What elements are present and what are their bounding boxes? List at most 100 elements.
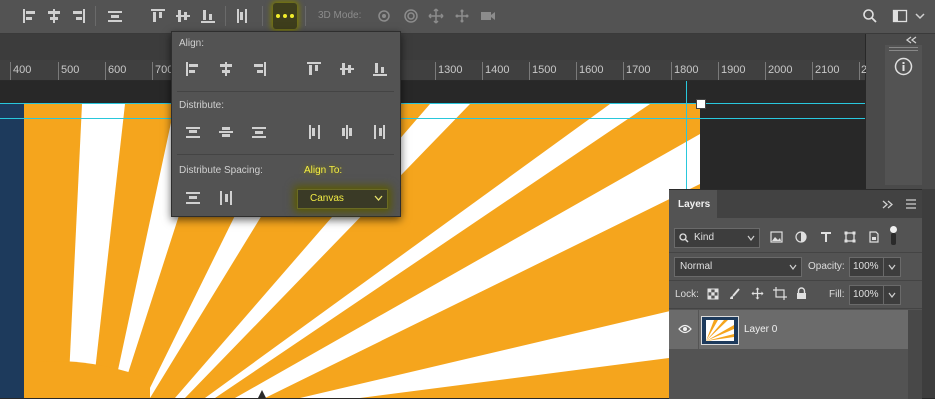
align-section-label: Align: (179, 38, 205, 49)
align-vertical-centers-icon[interactable] (175, 8, 191, 24)
distribute-horizontal-centers-icon[interactable] (339, 124, 355, 140)
ruler-label: 1800 (674, 64, 699, 76)
horizontal-ruler: 400 500 600 700 1300 1400 1500 1600 1700… (0, 60, 867, 81)
layer-filter-value: Kind (694, 232, 715, 243)
search-icon (679, 233, 689, 243)
distribute-spacing-label: Distribute Spacing: (179, 165, 263, 176)
align-right-edges-icon[interactable] (251, 61, 267, 77)
transform-handle[interactable] (696, 99, 706, 109)
distribute-vertical-spacing-icon[interactable] (185, 190, 201, 206)
align-horizontal-centers-icon[interactable] (46, 8, 62, 24)
distribute-left-edges-icon[interactable] (306, 124, 322, 140)
info-icon[interactable] (894, 57, 913, 76)
align-top-edges-icon[interactable] (150, 8, 166, 24)
chevron-down-icon (789, 264, 797, 270)
more-options-button[interactable] (273, 3, 297, 29)
opacity-dropdown-button[interactable] (883, 257, 901, 277)
align-distribute-popup: Align: Distribute: Distribute Spacing: A… (171, 31, 401, 217)
tab-layers-label: Layers (678, 199, 711, 210)
align-to-value: Canvas (310, 193, 344, 204)
panel-grip[interactable] (889, 47, 918, 51)
panel-divider (669, 280, 922, 281)
lock-all-icon[interactable] (796, 287, 807, 300)
layer-row-divider (698, 310, 699, 349)
visibility-eye-icon[interactable] (678, 324, 692, 334)
3d-mode-label: 3D Mode: (318, 10, 362, 21)
align-bottom-edges-icon[interactable] (200, 8, 216, 24)
align-left-edges-icon[interactable] (22, 8, 38, 24)
toolbar-separator (95, 6, 96, 26)
filter-toggle[interactable] (889, 226, 898, 246)
opacity-value: 100% (853, 261, 879, 272)
align-right-edges-icon[interactable] (70, 8, 86, 24)
lock-image-pixels-icon[interactable] (729, 288, 741, 300)
opacity-input[interactable]: 100% (849, 257, 884, 277)
video-camera-icon[interactable] (480, 8, 496, 24)
pixel-layer-filter-icon[interactable] (770, 231, 783, 243)
distribute-vertical-icon[interactable] (107, 8, 123, 24)
align-top-edges-icon[interactable] (306, 61, 322, 77)
chevron-down-icon (747, 235, 755, 241)
popup-divider (177, 91, 394, 92)
layers-tab-bar: Layers (669, 190, 922, 218)
search-icon[interactable] (862, 8, 878, 24)
layers-scrollbar[interactable] (908, 310, 922, 399)
shape-layer-filter-icon[interactable] (844, 231, 856, 243)
lock-label: Lock: (675, 289, 699, 300)
ruler-label: 1900 (721, 64, 746, 76)
pan-3d-icon[interactable] (428, 8, 444, 24)
panel-menu-icon[interactable] (905, 199, 917, 209)
blend-mode-value: Normal (680, 261, 713, 272)
ruler-label: 1400 (485, 64, 510, 76)
align-horizontal-centers-icon[interactable] (218, 61, 234, 77)
orbit-3d-icon[interactable] (376, 8, 392, 24)
distribute-vertical-centers-icon[interactable] (218, 124, 234, 140)
layer-thumbnail[interactable] (701, 316, 739, 345)
fill-dropdown-button[interactable] (883, 285, 901, 305)
distribute-right-edges-icon[interactable] (372, 124, 388, 140)
ruler-label: 1300 (438, 64, 463, 76)
chevron-down-icon (374, 195, 383, 201)
ruler-label: 2000 (768, 64, 793, 76)
expand-panel-icon[interactable] (882, 200, 894, 209)
horizontal-guide[interactable] (0, 103, 865, 104)
distribute-horizontal-spacing-icon[interactable] (218, 190, 234, 206)
tab-layers[interactable]: Layers (669, 190, 717, 218)
fill-value: 100% (853, 289, 879, 300)
toolbar-separator (262, 6, 263, 26)
roll-3d-icon[interactable] (403, 8, 419, 24)
distribute-section-label: Distribute: (179, 100, 225, 111)
align-to-select[interactable]: Canvas (297, 189, 388, 209)
layer-filter-select[interactable]: Kind (674, 228, 760, 248)
type-layer-filter-icon[interactable] (820, 231, 832, 243)
panel-divider (669, 252, 922, 253)
layer-row[interactable]: Layer 0 (669, 310, 908, 349)
ruler-label: 1600 (579, 64, 604, 76)
chevron-down-icon[interactable] (912, 8, 928, 24)
distribute-top-edges-icon[interactable] (185, 124, 201, 140)
align-bottom-edges-icon[interactable] (372, 61, 388, 77)
workspace-icon[interactable] (892, 8, 908, 24)
lock-transparent-pixels-icon[interactable] (707, 288, 719, 300)
slide-3d-icon[interactable] (454, 8, 470, 24)
distribute-bottom-edges-icon[interactable] (251, 124, 267, 140)
ruler-label: 2100 (815, 64, 840, 76)
ruler-label: 1500 (532, 64, 557, 76)
ruler-label: 600 (108, 64, 127, 76)
adjustment-layer-filter-icon[interactable] (795, 231, 807, 243)
layers-panel: Layers Kind Normal Opacity: 100% Lock: F… (669, 189, 922, 399)
layer-name[interactable]: Layer 0 (744, 324, 777, 335)
ruler-label: 1700 (626, 64, 651, 76)
smart-object-filter-icon[interactable] (868, 231, 880, 243)
align-vertical-centers-icon[interactable] (339, 61, 355, 77)
align-left-edges-icon[interactable] (185, 61, 201, 77)
vertical-guide[interactable] (686, 81, 687, 189)
lock-position-icon[interactable] (751, 287, 764, 300)
ruler-label: 400 (13, 64, 32, 76)
collapse-panels-icon[interactable] (905, 36, 917, 44)
lock-artboard-icon[interactable] (773, 287, 787, 300)
fill-input[interactable]: 100% (849, 285, 884, 305)
horizontal-guide[interactable] (0, 118, 865, 119)
distribute-horizontal-icon[interactable] (234, 8, 250, 24)
blend-mode-select[interactable]: Normal (674, 257, 802, 277)
